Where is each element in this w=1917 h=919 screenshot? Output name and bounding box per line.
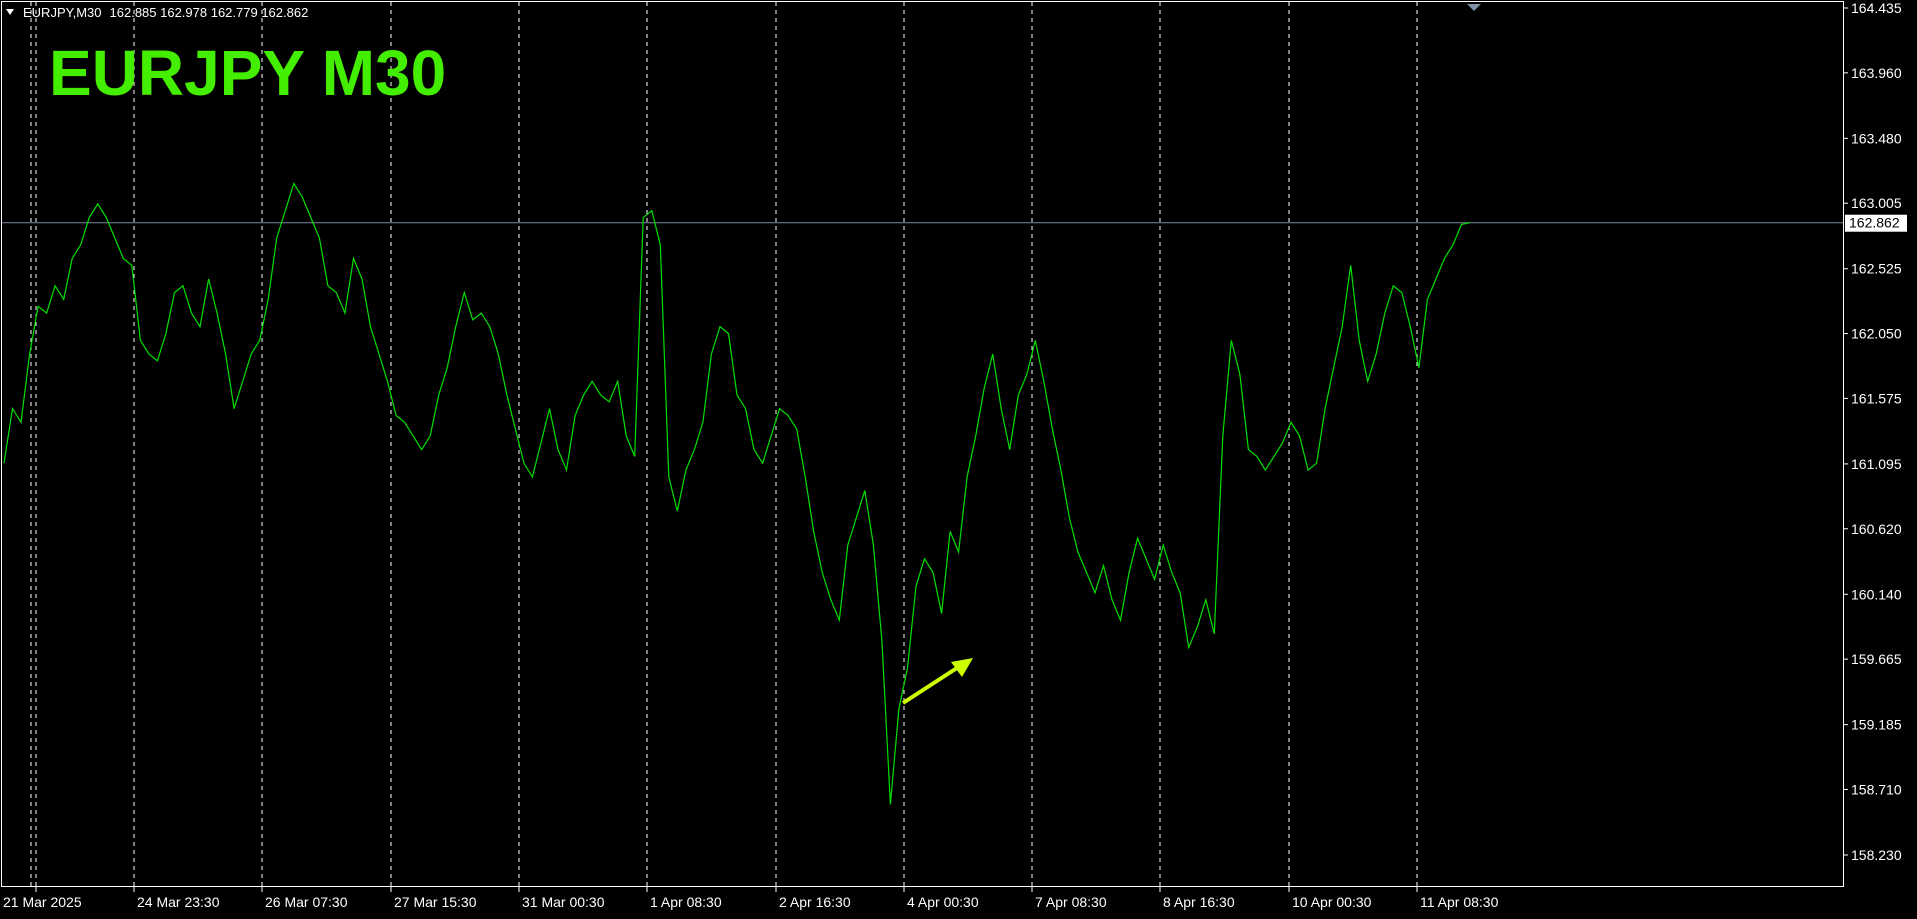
y-tick-label: 158.230: [1851, 847, 1902, 863]
x-tick-label: 4 Apr 00:30: [907, 894, 979, 910]
y-tick-label: 159.185: [1851, 717, 1902, 733]
x-tick-label: 11 Apr 08:30: [1420, 894, 1499, 910]
y-tick-label: 162.050: [1851, 326, 1902, 342]
x-tick-label: 8 Apr 16:30: [1163, 894, 1235, 910]
y-tick-label: 160.620: [1851, 521, 1902, 537]
y-tick-label: 159.665: [1851, 651, 1902, 667]
y-tick-label: 163.480: [1851, 130, 1902, 146]
ohlc-values: 162.885 162.978 162.779 162.862: [110, 5, 309, 20]
y-tick-label: 161.575: [1851, 390, 1902, 406]
chart: 164.435 163.960 163.480 163.005 162.525 162.0…: [0, 0, 1917, 914]
x-tick-label: 1 Apr 08:30: [650, 894, 722, 910]
y-tick-label: 162.525: [1851, 261, 1902, 277]
overlay-title: EURJPY M30: [49, 37, 446, 109]
x-tick-label: 2 Apr 16:30: [779, 894, 851, 910]
current-price-label: 162.862: [1849, 215, 1900, 231]
y-tick-label: 164.435: [1851, 0, 1902, 16]
symbol-info: EURJPY,M30 162.885 162.978 162.779 162.86…: [23, 5, 308, 20]
x-tick-label: 31 Mar 00:30: [522, 894, 605, 910]
y-tick-label: 163.960: [1851, 65, 1902, 81]
current-price-tag: 162.862: [1845, 214, 1907, 232]
x-tick-label: 10 Apr 00:30: [1292, 894, 1372, 910]
y-tick-label: 161.095: [1851, 456, 1902, 472]
x-tick-label: 26 Mar 07:30: [265, 894, 348, 910]
x-tick-label: 7 Apr 08:30: [1035, 894, 1107, 910]
price-chart-svg: 164.435 163.960 163.480 163.005 162.525 162.0…: [0, 0, 1917, 914]
symbol-label: EURJPY,M30: [23, 5, 102, 20]
x-tick-label: 27 Mar 15:30: [394, 894, 477, 910]
x-tick-label: 24 Mar 23:30: [137, 894, 220, 910]
x-tick-label: 21 Mar 2025: [3, 894, 82, 910]
chart-background: [0, 0, 1917, 914]
y-tick-label: 158.710: [1851, 781, 1902, 797]
y-tick-label: 163.005: [1851, 195, 1902, 211]
y-tick-label: 160.140: [1851, 586, 1902, 602]
